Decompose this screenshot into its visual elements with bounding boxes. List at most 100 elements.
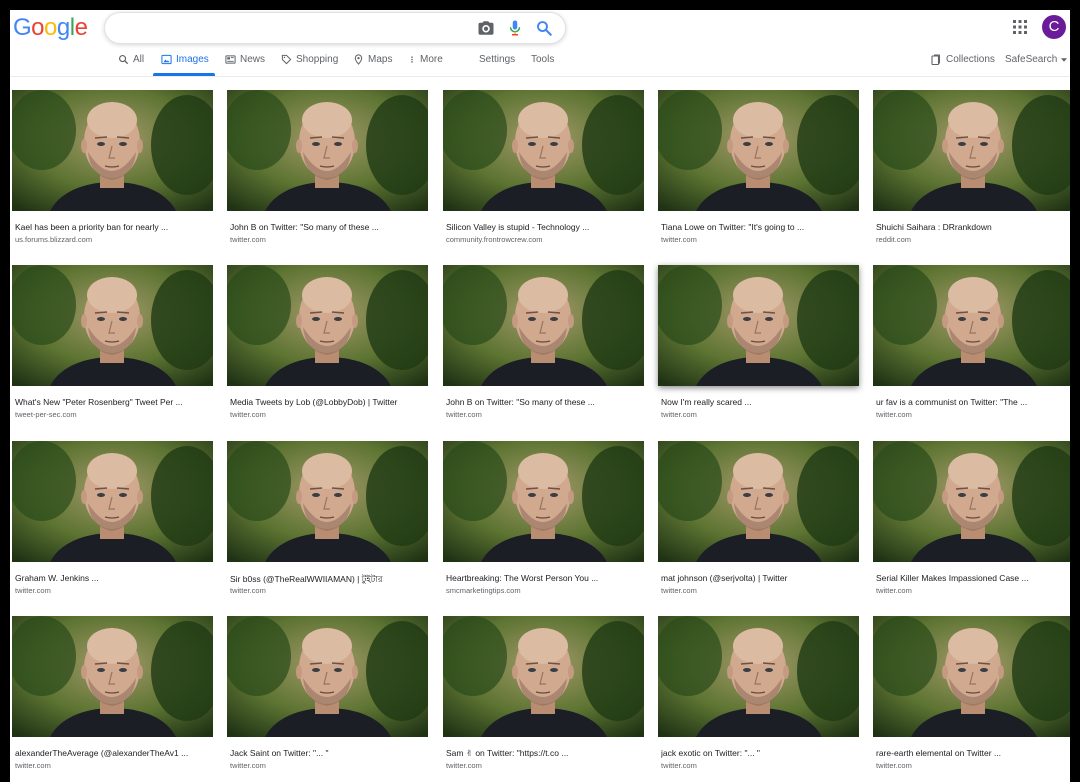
result-source: twitter.com <box>876 761 912 770</box>
result-title[interactable]: rare-earth elemental on Twitter ... <box>876 748 1070 758</box>
image-result[interactable]: Jack Saint on Twitter: "... " twitter.com <box>227 616 428 781</box>
result-source: twitter.com <box>230 235 266 244</box>
microphone-icon[interactable] <box>506 19 524 37</box>
result-title[interactable]: Heartbreaking: The Worst Person You ... <box>446 573 644 583</box>
result-thumbnail[interactable] <box>658 90 859 211</box>
result-title[interactable]: Jack Saint on Twitter: "... " <box>230 748 428 758</box>
result-thumbnail[interactable] <box>873 441 1070 562</box>
portrait-photo <box>12 441 213 562</box>
image-result[interactable]: Shuichi Saihara : DRrankdown reddit.com <box>873 90 1070 255</box>
result-thumbnail[interactable] <box>658 616 859 737</box>
tab-more[interactable]: More <box>408 54 443 78</box>
result-thumbnail[interactable] <box>443 265 644 386</box>
image-result[interactable]: Graham W. Jenkins ... twitter.com <box>12 441 213 606</box>
result-source: twitter.com <box>661 410 697 419</box>
result-title[interactable]: mat johnson (@serjvolta) | Twitter <box>661 573 859 583</box>
result-thumbnail[interactable] <box>658 265 859 386</box>
portrait-photo <box>873 90 1070 211</box>
logo-letter: o <box>44 14 57 41</box>
tab-news[interactable]: News <box>225 54 265 78</box>
portrait-photo <box>873 441 1070 562</box>
result-source: smcmarketingtips.com <box>446 586 521 595</box>
image-result[interactable]: What's New "Peter Rosenberg" Tweet Per .… <box>12 265 213 430</box>
result-title[interactable]: Serial Killer Makes Impassioned Case ... <box>876 573 1070 583</box>
result-thumbnail[interactable] <box>12 616 213 737</box>
map-pin-icon <box>354 54 363 65</box>
result-thumbnail[interactable] <box>12 90 213 211</box>
image-result[interactable]: Now I'm really scared ... twitter.com <box>658 265 859 430</box>
tools-link[interactable]: Tools <box>531 54 554 78</box>
portrait-photo <box>443 90 644 211</box>
result-title[interactable]: John B on Twitter: "So many of these ... <box>446 397 644 407</box>
image-result[interactable]: Heartbreaking: The Worst Person You ... s… <box>443 441 644 606</box>
result-title[interactable]: Shuichi Saihara : DRrankdown <box>876 222 1070 232</box>
search-icon[interactable] <box>535 19 553 37</box>
image-result[interactable]: Sam ✌ on Twitter: "https://t.co ... twitt… <box>443 616 644 781</box>
result-thumbnail[interactable] <box>227 265 428 386</box>
image-result[interactable]: John B on Twitter: "So many of these ...… <box>227 90 428 255</box>
result-title[interactable]: Graham W. Jenkins ... <box>15 573 213 583</box>
safesearch-label: SafeSearch <box>1005 54 1058 65</box>
search-input[interactable] <box>119 18 473 40</box>
image-result[interactable]: jack exotic on Twitter: "... " twitter.co… <box>658 616 859 781</box>
tab-news-label: News <box>240 54 266 65</box>
result-title[interactable]: Tiana Lowe on Twitter: "It's going to ..… <box>661 222 859 232</box>
result-thumbnail[interactable] <box>873 265 1070 386</box>
image-result[interactable]: Serial Killer Makes Impassioned Case ...… <box>873 441 1070 606</box>
portrait-photo <box>227 90 428 211</box>
result-title[interactable]: alexanderTheAverage (@alexanderTheAv1 ..… <box>15 748 213 758</box>
account-avatar[interactable]: C <box>1042 15 1066 39</box>
collections-icon <box>931 54 940 66</box>
result-title[interactable]: Media Tweets by Lob (@LobbyDob) | Twitte… <box>230 397 428 407</box>
tag-icon <box>281 54 292 65</box>
apps-grid-icon[interactable] <box>1012 19 1028 35</box>
result-thumbnail[interactable] <box>12 441 213 562</box>
result-title[interactable]: Silicon Valley is stupid - Technology ..… <box>446 222 644 232</box>
result-title[interactable]: Sir b0ss (@TheRealWWIIAMAN) | টুইটার <box>230 573 428 587</box>
image-result[interactable]: rare-earth elemental on Twitter ... twitt… <box>873 616 1070 781</box>
result-thumbnail[interactable] <box>227 616 428 737</box>
collections-label: Collections <box>946 54 995 65</box>
image-result[interactable]: John B on Twitter: "So many of these ...… <box>443 265 644 430</box>
result-title[interactable]: What's New "Peter Rosenberg" Tweet Per .… <box>15 397 213 407</box>
result-title[interactable]: Sam ✌ on Twitter: "https://t.co ... <box>446 748 644 759</box>
google-logo[interactable]: Google <box>13 14 88 42</box>
tab-shopping[interactable]: Shopping <box>281 54 338 78</box>
tab-all[interactable]: All <box>118 54 144 78</box>
camera-icon[interactable] <box>477 19 495 37</box>
image-result[interactable]: ur fav is a communist on Twitter: "The .… <box>873 265 1070 430</box>
result-thumbnail[interactable] <box>443 90 644 211</box>
image-result[interactable]: Kael has been a priority ban for nearly … <box>12 90 213 255</box>
collections-link[interactable]: Collections <box>930 54 995 78</box>
portrait-photo <box>227 265 428 386</box>
newspaper-icon <box>225 55 236 64</box>
settings-link[interactable]: Settings <box>479 54 515 78</box>
result-title[interactable]: John B on Twitter: "So many of these ... <box>230 222 428 232</box>
image-result[interactable]: Tiana Lowe on Twitter: "It's going to ..… <box>658 90 859 255</box>
result-title[interactable]: ur fav is a communist on Twitter: "The .… <box>876 397 1070 407</box>
result-title[interactable]: jack exotic on Twitter: "... " <box>661 748 859 758</box>
image-result[interactable]: Media Tweets by Lob (@LobbyDob) | Twitte… <box>227 265 428 430</box>
image-result[interactable]: Silicon Valley is stupid - Technology ..… <box>443 90 644 255</box>
result-thumbnail[interactable] <box>443 616 644 737</box>
result-source: twitter.com <box>230 410 266 419</box>
result-thumbnail[interactable] <box>443 441 644 562</box>
image-result[interactable]: Sir b0ss (@TheRealWWIIAMAN) | টুইটার twit… <box>227 441 428 606</box>
result-thumbnail[interactable] <box>12 265 213 386</box>
result-thumbnail[interactable] <box>227 441 428 562</box>
result-thumbnail[interactable] <box>873 616 1070 737</box>
result-thumbnail[interactable] <box>658 441 859 562</box>
result-thumbnail[interactable] <box>227 90 428 211</box>
result-source: twitter.com <box>230 586 266 595</box>
result-title[interactable]: Kael has been a priority ban for nearly … <box>15 222 213 232</box>
safesearch-menu[interactable]: SafeSearch <box>1005 54 1068 78</box>
logo-letter: G <box>13 14 32 41</box>
tab-maps[interactable]: Maps <box>353 54 392 78</box>
logo-letter: e <box>74 14 88 41</box>
result-source: twitter.com <box>446 761 482 770</box>
result-thumbnail[interactable] <box>873 90 1070 211</box>
image-result[interactable]: alexanderTheAverage (@alexanderTheAv1 ..… <box>12 616 213 781</box>
image-result[interactable]: mat johnson (@serjvolta) | Twitter twitte… <box>658 441 859 606</box>
result-title[interactable]: Now I'm really scared ... <box>661 397 859 407</box>
portrait-photo <box>12 90 213 211</box>
